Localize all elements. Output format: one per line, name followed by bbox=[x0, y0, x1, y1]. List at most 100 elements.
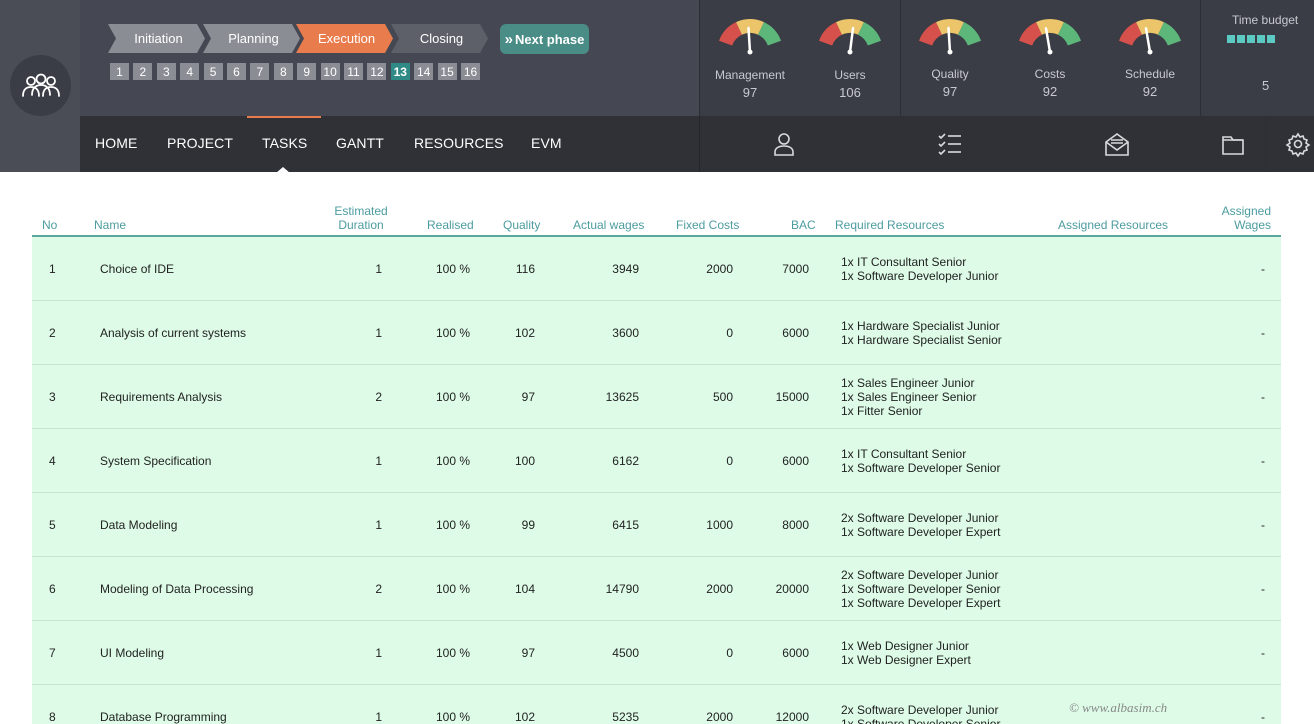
required-resource: 1x Software Developer Expert bbox=[841, 525, 1000, 539]
step-15[interactable]: 15 bbox=[437, 63, 457, 80]
time-budget-block bbox=[1247, 35, 1255, 43]
resource-role: Software Developer Junior bbox=[857, 568, 999, 582]
cell-bac: 8000 bbox=[782, 518, 809, 532]
step-11[interactable]: 11 bbox=[344, 63, 363, 80]
time-budget-block bbox=[1227, 35, 1235, 43]
cell-name: Analysis of current systems bbox=[100, 326, 247, 340]
gauge-users[interactable]: Users 106 bbox=[800, 0, 900, 116]
gauge-schedule[interactable]: Schedule 92 bbox=[1100, 0, 1200, 116]
cell-assigned-wages: - bbox=[1261, 454, 1265, 468]
col-quality[interactable]: Quality bbox=[503, 218, 540, 232]
step-16[interactable]: 16 bbox=[461, 63, 480, 80]
phase-execution[interactable]: Execution bbox=[296, 24, 393, 53]
cell-bac: 6000 bbox=[782, 454, 809, 468]
cell-bac: 15000 bbox=[775, 390, 809, 404]
step-2[interactable]: 2 bbox=[133, 63, 153, 80]
user-icon[interactable] bbox=[771, 131, 797, 157]
table-row[interactable]: 1 Choice of IDE 1 100 % 116 3949 2000 7000 - 1x I… bbox=[32, 237, 1281, 301]
col-assigned-resources[interactable]: Assigned Resources bbox=[1058, 218, 1168, 232]
phase-label: Initiation bbox=[134, 31, 183, 46]
gauge-label: Management bbox=[714, 68, 786, 82]
col-estimated-duration[interactable]: Estimated Duration bbox=[334, 204, 388, 232]
required-resource: 2x Software Developer Junior bbox=[841, 703, 998, 717]
col-no[interactable]: No bbox=[42, 218, 57, 232]
gauge-costs[interactable]: Costs 92 bbox=[1000, 0, 1100, 116]
gauge-label: Costs bbox=[1034, 67, 1066, 81]
gauge-dial-icon bbox=[1018, 19, 1082, 55]
phase-panel bbox=[80, 0, 699, 116]
nav-resources[interactable]: RESOURCES bbox=[414, 135, 504, 151]
cell-duration: 2 bbox=[375, 390, 382, 404]
table-row[interactable]: 5 Data Modeling 1 100 % 99 6415 1000 8000 - 2x So… bbox=[32, 493, 1281, 557]
cell-fixed-costs: 1000 bbox=[706, 518, 733, 532]
step-4[interactable]: 4 bbox=[180, 63, 200, 80]
phase-closing[interactable]: Closing bbox=[391, 24, 488, 53]
gauge-quality[interactable]: Quality 97 bbox=[900, 0, 1000, 116]
step-12[interactable]: 12 bbox=[367, 63, 387, 80]
cell-name: Data Modeling bbox=[100, 518, 178, 532]
phase-initiation[interactable]: Initiation bbox=[108, 24, 205, 53]
resource-qty: 1x bbox=[841, 525, 854, 539]
active-tab-indicator bbox=[247, 116, 321, 118]
required-resource: 1x Fitter Senior bbox=[841, 404, 922, 418]
nav-home[interactable]: HOME bbox=[95, 135, 137, 151]
cell-quality: 116 bbox=[515, 262, 535, 276]
col-realised[interactable]: Realised bbox=[427, 218, 474, 232]
col-assigned-wages[interactable]: Assigned Wages bbox=[1192, 204, 1271, 232]
step-9[interactable]: 9 bbox=[297, 63, 317, 80]
phase-planning[interactable]: Planning bbox=[203, 24, 300, 53]
step-6[interactable]: 6 bbox=[227, 63, 246, 80]
nav-project[interactable]: PROJECT bbox=[167, 135, 233, 151]
col-fixed-costs[interactable]: Fixed Costs bbox=[676, 218, 739, 232]
cell-no: 7 bbox=[49, 646, 56, 660]
cell-fixed-costs: 0 bbox=[726, 646, 733, 660]
step-10[interactable]: 10 bbox=[320, 63, 340, 80]
step-13[interactable]: 13 bbox=[390, 63, 410, 80]
cell-actual-wages: 6162 bbox=[612, 454, 639, 468]
resource-qty: 1x bbox=[841, 333, 854, 347]
table-row[interactable]: 3 Requirements Analysis 2 100 % 97 13625 500 15… bbox=[32, 365, 1281, 429]
col-actual-wages[interactable]: Actual wages bbox=[573, 218, 644, 232]
step-5[interactable]: 5 bbox=[203, 63, 223, 80]
resource-qty: 1x bbox=[841, 717, 854, 724]
gauge-dial-icon bbox=[918, 19, 982, 55]
step-7[interactable]: 7 bbox=[250, 63, 270, 80]
resource-role: Hardware Specialist Senior bbox=[857, 333, 1002, 347]
gauge-management[interactable]: Management 97 bbox=[700, 0, 800, 116]
col-name[interactable]: Name bbox=[94, 218, 126, 232]
time-budget-value: 5 bbox=[1262, 78, 1270, 93]
time-budget-block bbox=[1267, 35, 1275, 43]
step-8[interactable]: 8 bbox=[273, 63, 293, 80]
phase-label: Execution bbox=[317, 31, 376, 46]
required-resource: 1x Software Developer Senior bbox=[841, 461, 1000, 475]
col-required-resources[interactable]: Required Resources bbox=[835, 218, 944, 232]
cell-realised: 100 % bbox=[435, 710, 470, 724]
table-row[interactable]: 7 UI Modeling 1 100 % 97 4500 0 6000 - 1x Web Des… bbox=[32, 621, 1281, 685]
nav-tasks[interactable]: TASKS bbox=[262, 135, 307, 151]
resource-qty: 1x bbox=[841, 390, 854, 404]
folder-icon[interactable] bbox=[1220, 131, 1246, 157]
nav-evm[interactable]: EVM bbox=[531, 135, 562, 151]
col-bac[interactable]: BAC bbox=[791, 218, 816, 232]
gauge-dial-icon bbox=[718, 19, 782, 55]
table-row[interactable]: 6 Modeling of Data Processing 2 100 % 104 147… bbox=[32, 557, 1281, 621]
table-row[interactable]: 2 Analysis of current systems 1 100 % 102 360… bbox=[32, 301, 1281, 365]
cell-quality: 100 bbox=[514, 454, 535, 468]
cell-duration: 1 bbox=[375, 326, 382, 340]
required-resource: 1x Hardware Specialist Junior bbox=[841, 319, 1000, 333]
team-logo-icon[interactable] bbox=[10, 55, 71, 116]
required-resource: 1x Sales Engineer Junior bbox=[841, 376, 974, 390]
required-resource: 1x Software Developer Junior bbox=[841, 269, 998, 283]
table-row[interactable]: 4 System Specification 1 100 % 100 6162 0 6000 -… bbox=[32, 429, 1281, 493]
step-3[interactable]: 3 bbox=[156, 63, 176, 80]
checklist-icon[interactable] bbox=[937, 131, 963, 157]
mail-icon[interactable] bbox=[1104, 131, 1130, 157]
next-phase-button[interactable]: » Next phase bbox=[500, 24, 589, 54]
step-14[interactable]: 14 bbox=[414, 63, 434, 80]
resource-role: Software Developer Senior bbox=[857, 461, 1001, 475]
resource-qty: 2x bbox=[841, 511, 854, 525]
cell-assigned-wages: - bbox=[1261, 326, 1265, 340]
nav-gantt[interactable]: GANTT bbox=[336, 135, 384, 151]
gear-icon[interactable] bbox=[1285, 131, 1311, 158]
step-1[interactable]: 1 bbox=[110, 63, 129, 80]
